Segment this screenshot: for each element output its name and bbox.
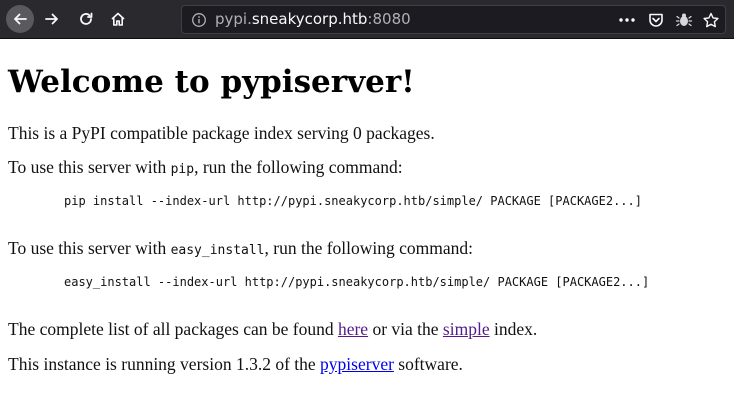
easy-install-code: easy_install xyxy=(170,243,265,258)
back-button[interactable] xyxy=(6,5,34,33)
intro-text: This is a PyPI compatible package index … xyxy=(8,123,435,143)
reload-icon xyxy=(80,12,93,25)
home-button[interactable] xyxy=(104,5,132,33)
forward-button[interactable] xyxy=(38,5,66,33)
pip-instructions: To use this server with pip, run the fol… xyxy=(8,156,403,181)
star-icon[interactable] xyxy=(702,12,720,28)
pocket-icon[interactable] xyxy=(647,12,665,28)
packages-text-after: index. xyxy=(489,319,538,339)
browser-toolbar: pypi.sneakycorp.htb:8080 xyxy=(0,0,734,39)
url-port: :8080 xyxy=(367,10,411,28)
easy-install-text-after: , run the following command: xyxy=(264,238,474,258)
page-content: Welcome to pypiserver! This is a PyPI co… xyxy=(0,40,734,403)
pip-code: pip xyxy=(170,162,195,177)
page-title: Welcome to pypiserver! xyxy=(8,64,415,100)
reload-button[interactable] xyxy=(72,5,100,33)
simple-link[interactable]: simple xyxy=(443,319,490,339)
packages-list-text: The complete list of all packages can be… xyxy=(8,318,537,340)
pip-command: pip install --index-url http://pypi.snea… xyxy=(64,194,642,208)
here-link[interactable]: here xyxy=(338,319,368,339)
easy-install-text-before: To use this server with xyxy=(8,238,171,258)
packages-text-middle: or via the xyxy=(368,319,443,339)
easy-install-command: easy_install --index-url http://pypi.sne… xyxy=(64,275,650,289)
url-domain: sneakycorp.htb xyxy=(251,10,368,28)
home-icon xyxy=(111,12,125,26)
ellipsis-icon[interactable] xyxy=(618,12,636,28)
arrow-left-icon xyxy=(14,13,27,25)
pypiserver-link[interactable]: pypiserver xyxy=(320,354,394,374)
easy-install-instructions: To use this server with easy_install, ru… xyxy=(8,237,473,262)
url-text[interactable]: pypi.sneakycorp.htb:8080 xyxy=(215,6,411,33)
url-bar[interactable]: pypi.sneakycorp.htb:8080 xyxy=(181,5,726,34)
version-text-after: software. xyxy=(393,354,463,374)
packages-text-before: The complete list of all packages can be… xyxy=(8,319,338,339)
info-icon[interactable] xyxy=(191,12,207,28)
pip-text-after: , run the following command: xyxy=(194,157,403,177)
url-host-prefix: pypi. xyxy=(215,10,252,28)
arrow-right-icon xyxy=(45,13,58,25)
version-text: This instance is running version 1.3.2 o… xyxy=(8,353,463,375)
pip-text-before: To use this server with xyxy=(8,157,171,177)
version-text-before: This instance is running version 1.3.2 o… xyxy=(8,354,321,374)
bug-icon[interactable] xyxy=(675,12,693,28)
